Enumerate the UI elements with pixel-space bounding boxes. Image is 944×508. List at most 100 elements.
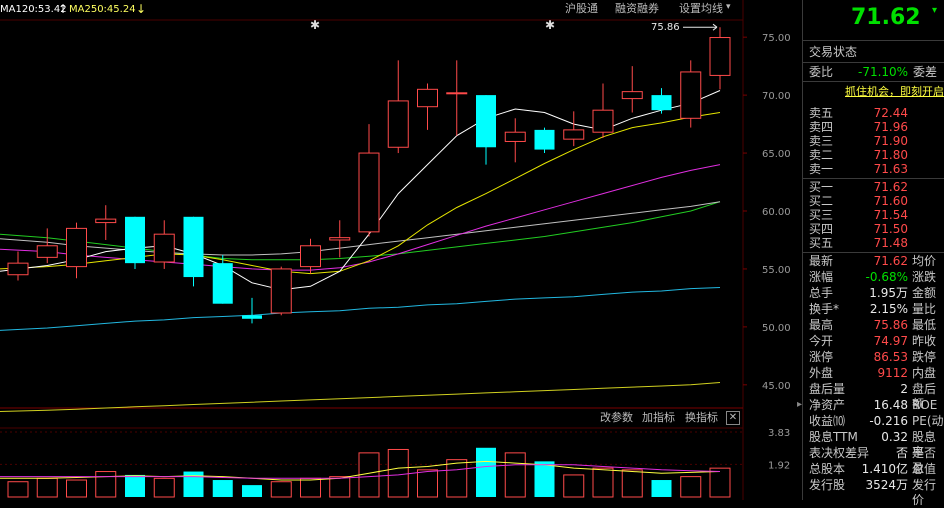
candle-body	[417, 88, 438, 108]
ask-row: 卖三 71.90	[803, 134, 944, 149]
stat-row: 发行股 3524万 发行价	[803, 478, 944, 507]
stat-value: -0.216	[869, 414, 908, 428]
candle-body	[621, 91, 643, 100]
candle-body	[212, 263, 233, 304]
price-header: 71.62 ▾	[803, 0, 944, 41]
high-marker-label: 75.86	[651, 22, 680, 33]
indicator-bar	[563, 474, 585, 498]
stat-label: 表决权差异	[809, 446, 870, 460]
stat-label: 涨停	[809, 350, 834, 364]
stat-row: 表决权差异否是否盈	[803, 446, 944, 475]
close-icon[interactable]: ✕	[726, 411, 740, 425]
indicator-bar	[95, 471, 117, 498]
candlestick-chart[interactable]: 75.00 70.00 65.00 60.00 55.00 50.00 45.00 75.86…	[0, 0, 800, 500]
price-tick-label: 70.00	[762, 91, 791, 102]
candle-body	[709, 37, 731, 76]
stat-value: 74.97	[873, 334, 908, 348]
stat-right-label: 金额	[912, 286, 937, 300]
stat-row: 总手 1.95万 金额	[803, 286, 944, 301]
indicator-bar	[66, 479, 87, 498]
indicator-bar	[329, 476, 351, 498]
indicator-bar	[476, 447, 496, 497]
bid-price: 71.54	[873, 208, 908, 222]
ma-settings-link[interactable]: 设置均线	[679, 3, 723, 14]
ma250-label: MA250:45.24	[69, 4, 136, 15]
stat-row: 收益⑽ -0.216 PE(动)	[803, 414, 944, 429]
candle-body	[153, 233, 175, 263]
indicator-bar	[621, 469, 643, 498]
indicator-bar	[592, 467, 614, 498]
bid-label: 买四	[809, 222, 834, 236]
price-tick-label: 55.00	[762, 265, 791, 276]
add-indicator-button[interactable]: 加指标	[642, 412, 675, 423]
stat-row: 涨停 86.53 跌停	[803, 350, 944, 365]
candle-body	[242, 315, 262, 319]
weibi-label: 委比	[809, 65, 834, 79]
candle-body	[592, 109, 614, 133]
candle-body	[125, 216, 145, 264]
candle-body	[563, 129, 585, 140]
arrow-up-icon: ↑	[58, 2, 69, 16]
stat-row: 最新 71.62 均价	[803, 254, 944, 269]
ask-price: 71.96	[873, 120, 908, 134]
ask-price: 72.44	[873, 106, 908, 120]
stat-row: 换手* 2.15% 量比	[803, 302, 944, 317]
promo-link[interactable]: 抓住机会，即刻开启	[845, 86, 944, 97]
stat-label: 股息TTM	[809, 430, 858, 444]
stat-right-label: 量比	[912, 302, 937, 316]
ma120-line	[0, 287, 721, 331]
bid-price: 71.48	[873, 236, 908, 250]
triangle-down-icon: ▾	[932, 5, 938, 16]
weicha-label: 委差	[913, 65, 938, 79]
indicator-bar	[212, 480, 233, 497]
stat-right-label: PE(动)	[912, 414, 944, 428]
ma120-label: MA120:53.42	[0, 4, 67, 15]
indicator-bar	[387, 448, 409, 498]
ma250-line	[0, 382, 721, 412]
candle-body	[446, 92, 468, 95]
stat-label: 盘后量	[809, 382, 846, 396]
stat-label: 最高	[809, 318, 834, 332]
stat-label: 换手*	[809, 302, 840, 316]
indicator-bar	[534, 461, 555, 497]
ask-price: 71.80	[873, 148, 908, 162]
indicator-tick-label: 1.92	[768, 460, 790, 471]
candle-body	[387, 100, 409, 148]
bid-label: 买二	[809, 194, 834, 208]
chevron-down-icon[interactable]: ▾	[726, 3, 731, 12]
edit-params-button[interactable]: 改参数	[600, 412, 633, 423]
divider	[803, 252, 944, 253]
candle-body	[7, 262, 29, 276]
margin-trading-link[interactable]: 融资融券	[615, 3, 659, 14]
indicator-tick-label: 3.83	[768, 428, 790, 439]
stat-label: 总股本	[809, 462, 846, 476]
candle-body	[300, 245, 321, 268]
stat-label: 发行股	[809, 478, 846, 492]
stat-value: 3524万	[865, 478, 908, 492]
stat-right-label: 昨收	[912, 334, 937, 348]
indicator-bar	[651, 480, 672, 497]
arrow-down-icon: ↓	[136, 2, 147, 16]
switch-indicator-button[interactable]: 换指标	[685, 412, 718, 423]
indicator-bar	[709, 467, 731, 498]
weibi-row: 委比 -71.10% 委差	[803, 62, 944, 82]
hgt-link[interactable]: 沪股通	[565, 3, 598, 14]
ask-label: 卖一	[809, 162, 834, 176]
stat-row: 涨幅 -0.68% 涨跌	[803, 270, 944, 285]
stat-right-label: 均价	[912, 254, 937, 268]
candle-body	[183, 216, 204, 278]
indicator-bar	[7, 481, 29, 498]
ask-row: 卖二 71.80	[803, 148, 944, 163]
stat-label: 收益⑽	[809, 414, 846, 428]
stat-value: 2.15%	[869, 302, 908, 316]
bid-label: 买一	[809, 180, 834, 194]
price-tick-label: 65.00	[762, 149, 791, 160]
stat-value: 75.86	[873, 318, 908, 332]
star-icon: ✱	[310, 18, 321, 32]
candle-body	[504, 131, 526, 142]
stat-row: 盘后量 2 盘后额	[803, 382, 944, 411]
ask-label: 卖二	[809, 148, 834, 162]
candle-body	[36, 245, 58, 258]
stat-value: 86.53	[873, 350, 908, 364]
bid-row: 买二 71.60	[803, 194, 944, 209]
